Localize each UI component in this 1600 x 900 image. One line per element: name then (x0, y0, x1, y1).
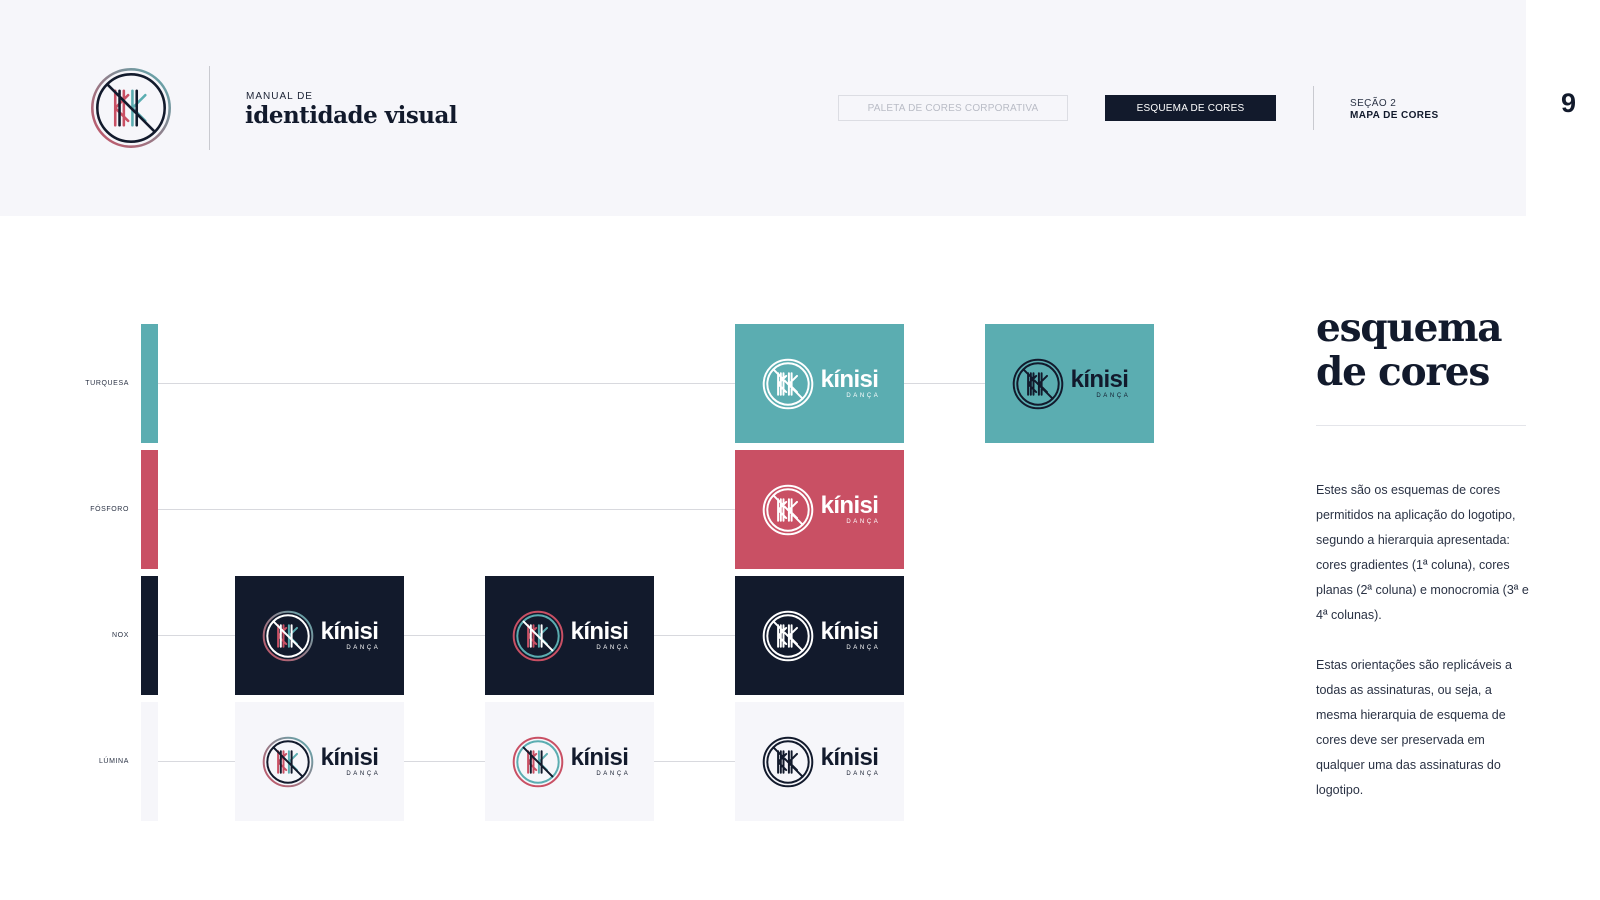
row-label-lumina: LÚMINA (98, 758, 129, 765)
title-divider (1316, 425, 1526, 426)
logo-subtitle: DANÇA (1096, 393, 1131, 399)
description-paragraph-2: Estas orientações são replicáveis a toda… (1316, 658, 1512, 797)
kinisi-emblem-icon (262, 736, 313, 787)
kinisi-emblem-icon (512, 736, 563, 787)
title-line-1: esquema (1316, 305, 1503, 351)
logo-subtitle: DANÇA (346, 771, 381, 777)
logo-subtitle: DANÇA (346, 645, 381, 651)
kinisi-emblem-icon (762, 484, 813, 535)
kinisi-emblem-icon (762, 736, 813, 787)
logo-subtitle: DANÇA (846, 645, 881, 651)
nav-button-esquema-de-cores[interactable]: ESQUEMA DE CORES (1105, 95, 1276, 121)
logo-wordmark: kínisi (820, 744, 879, 771)
page-title: esquema de cores (1316, 305, 1503, 395)
logo-tile-nox-flat: kínisi DANÇA (485, 576, 654, 695)
logo-subtitle: DANÇA (846, 393, 881, 399)
logo-wordmark: kínisi (820, 366, 879, 393)
logo-tile-fosforo-white: kínisi DANÇA (735, 450, 904, 569)
brand-kicker: MANUAL DE (246, 91, 313, 102)
logo-subtitle: DANÇA (596, 645, 631, 651)
brand-title: identidade visual (245, 102, 458, 129)
logo-wordmark: kínisi (1070, 366, 1129, 393)
logo-wordmark: kínisi (820, 492, 879, 519)
logo-subtitle: DANÇA (596, 771, 631, 777)
logo-tile-lumina-gradient: kínisi DANÇA (235, 702, 404, 821)
row-guide-line (158, 509, 746, 510)
title-line-2: de cores (1316, 349, 1490, 395)
page-header: MANUAL DE identidade visual PALETA DE CO… (0, 0, 1526, 216)
row-label-nox: NOX (112, 632, 129, 639)
section-label: SEÇÃO 2 (1350, 98, 1397, 109)
swatch-nox (141, 576, 158, 695)
kinisi-emblem-icon (91, 68, 171, 148)
kinisi-emblem-icon (762, 610, 813, 661)
logo-wordmark: kínisi (320, 744, 379, 771)
section-divider (1313, 86, 1314, 130)
manual-page: MANUAL DE identidade visual PALETA DE CO… (0, 0, 1600, 900)
logo-wordmark: kínisi (820, 618, 879, 645)
logo-tile-lumina-nox: kínisi DANÇA (735, 702, 904, 821)
section-name: MAPA DE CORES (1350, 110, 1439, 121)
description-paragraph-1: Estes são os esquemas de cores permitido… (1316, 483, 1529, 622)
logo-wordmark: kínisi (320, 618, 379, 645)
nav-button-paleta-de-cores[interactable]: PALETA DE CORES CORPORATIVA (838, 95, 1068, 121)
logo-tile-lumina-flat: kínisi DANÇA (485, 702, 654, 821)
row-label-turquesa: TURQUESA (85, 380, 129, 387)
logo-wordmark: kínisi (570, 744, 629, 771)
swatch-turquesa (141, 324, 158, 443)
swatch-lumina (141, 702, 158, 821)
logo-wordmark: kínisi (570, 618, 629, 645)
page-number: 9 (1561, 88, 1577, 118)
header-divider (209, 66, 210, 150)
logo-subtitle: DANÇA (846, 771, 881, 777)
kinisi-emblem-icon (262, 610, 313, 661)
kinisi-emblem-icon (1012, 358, 1063, 409)
swatch-fosforo (141, 450, 158, 569)
kinisi-emblem-icon (762, 358, 813, 409)
logo-tile-turquesa-nox: kínisi DANÇA (985, 324, 1154, 443)
logo-subtitle: DANÇA (846, 519, 881, 525)
logo-tile-nox-white: kínisi DANÇA (735, 576, 904, 695)
row-label-fosforo: FÓSFORO (90, 506, 129, 513)
kinisi-emblem-icon (512, 610, 563, 661)
logo-tile-turquesa-white: kínisi DANÇA (735, 324, 904, 443)
logo-tile-nox-gradient: kínisi DANÇA (235, 576, 404, 695)
